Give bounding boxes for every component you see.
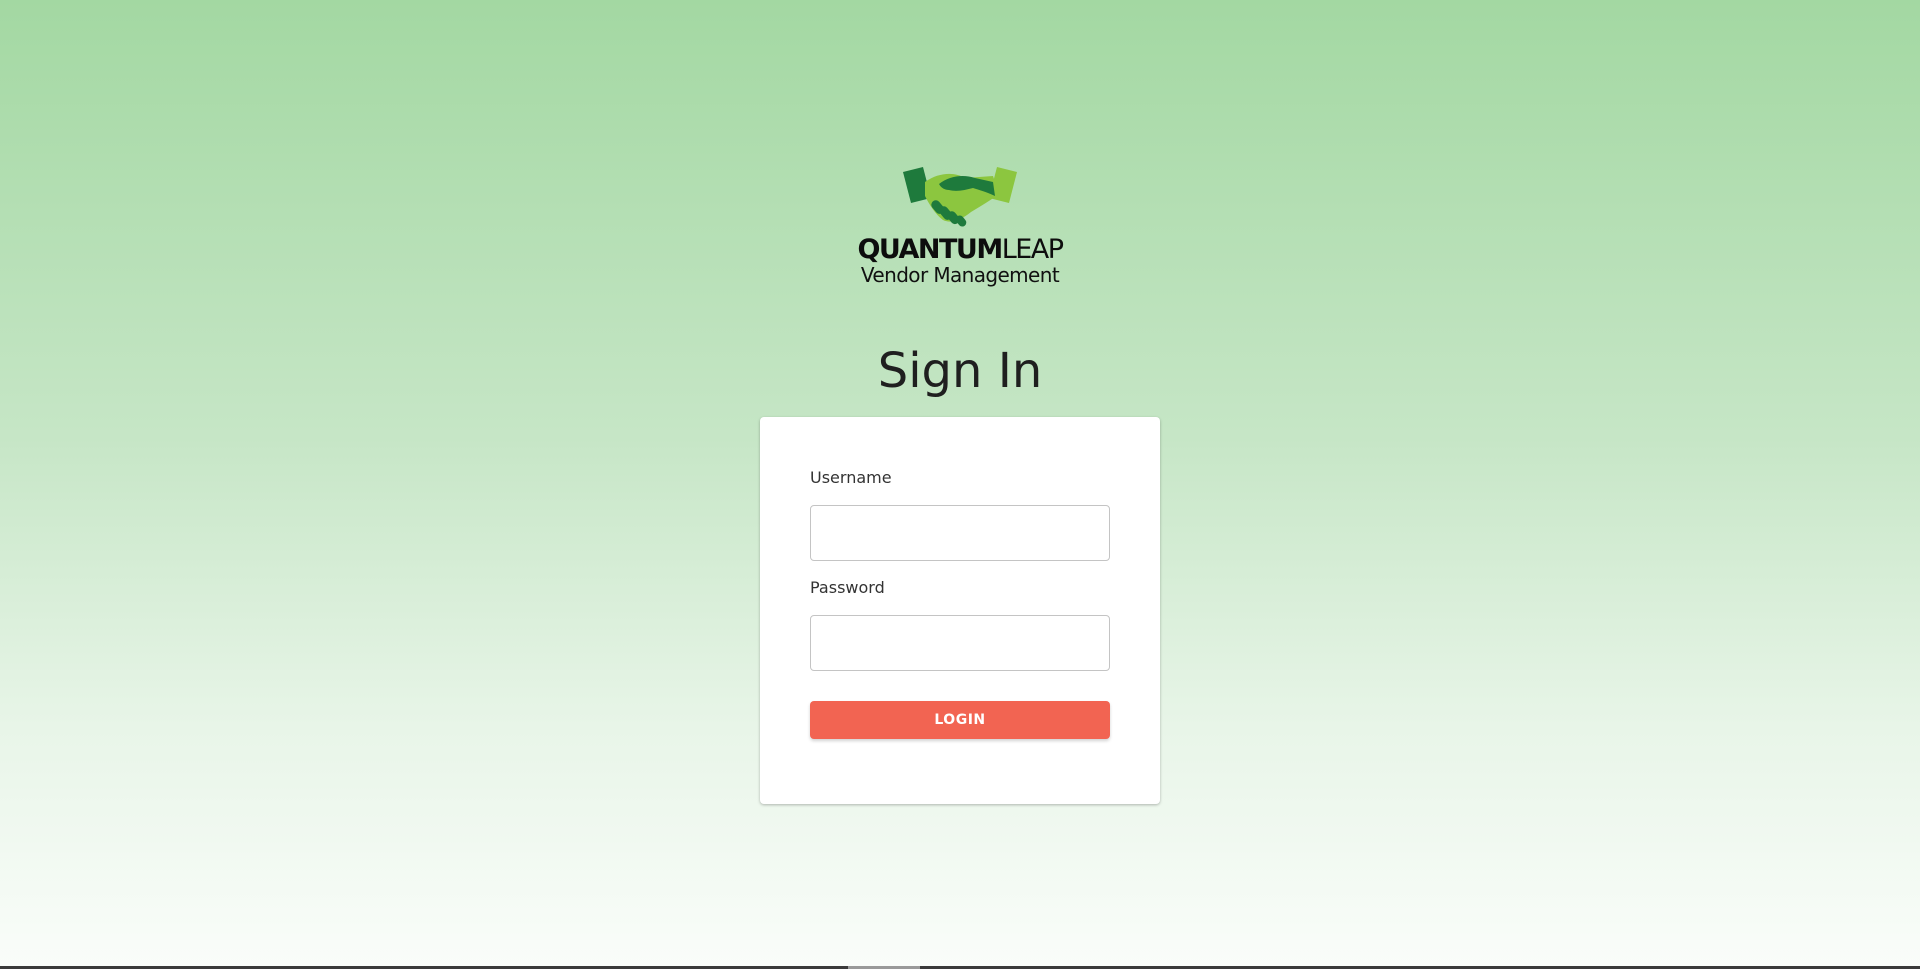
brand-name-bold: QUANTUM (857, 234, 1003, 265)
brand-subtitle: Vendor Management (860, 263, 1060, 287)
brand-name: QUANTUMLEAP (840, 236, 1080, 264)
login-page: QUANTUMLEAP Vendor Management Sign In Us… (0, 0, 1920, 966)
brand-name-light: LEAP (1001, 234, 1064, 265)
brand-logo: QUANTUMLEAP Vendor Management (840, 160, 1080, 290)
username-label: Username (810, 468, 892, 487)
password-label: Password (810, 578, 885, 597)
username-input[interactable] (810, 505, 1110, 561)
page-title: Sign In (877, 343, 1043, 399)
handshake-icon (903, 167, 1017, 227)
login-button[interactable]: LOGIN (810, 701, 1110, 739)
login-card: Username Password LOGIN (760, 417, 1160, 804)
password-input[interactable] (810, 615, 1110, 671)
